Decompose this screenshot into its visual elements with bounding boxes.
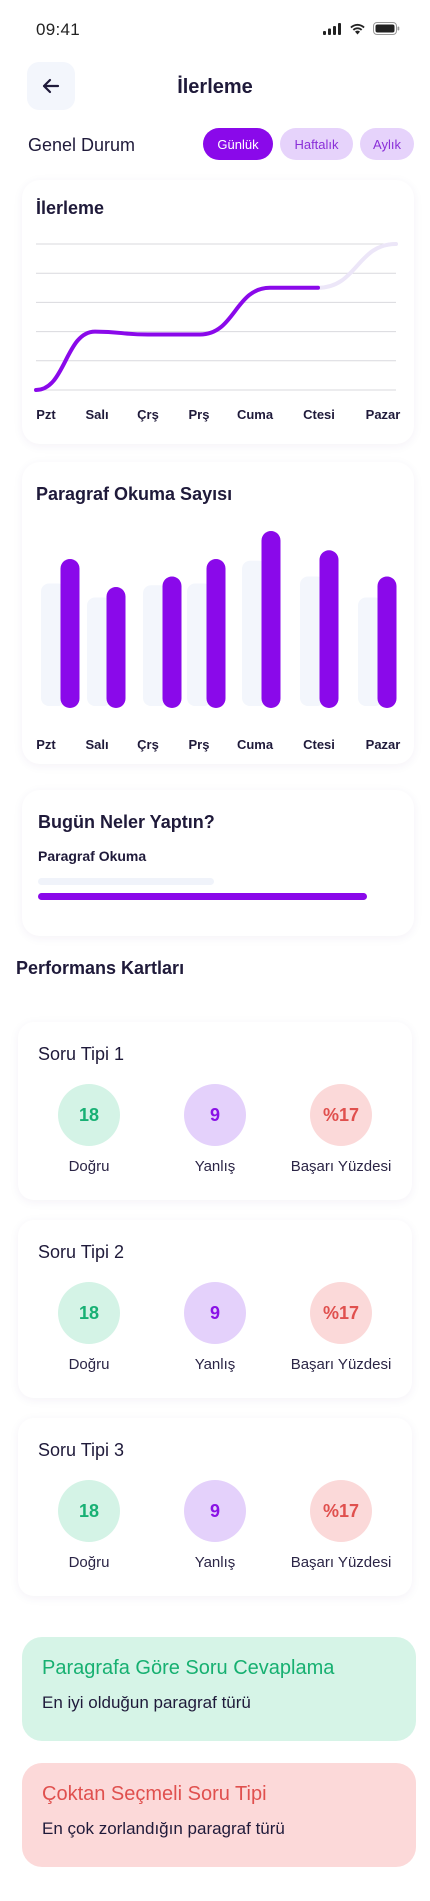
bar xyxy=(377,576,397,708)
wrong-label: Yanlış xyxy=(194,1554,236,1571)
reading-chart-x-axis: Pzt Salı Çrş Prş Cuma Ctesi Pazar xyxy=(36,737,400,755)
x-tick-label: Prş xyxy=(188,737,210,752)
correct-stat: 18 Doğru xyxy=(24,1084,154,1175)
bar xyxy=(319,550,339,708)
worst-type-title: Çoktan Seçmeli Soru Tipi xyxy=(42,1783,267,1805)
bar xyxy=(60,559,80,708)
bar xyxy=(106,587,126,708)
wrong-count: 9 xyxy=(184,1282,246,1344)
success-rate: %17 xyxy=(310,1480,372,1542)
performance-card: Soru Tipi 3 18 Doğru 9 Yanlış %17 Başarı… xyxy=(18,1418,412,1596)
x-tick-label: Salı xyxy=(85,737,109,752)
bar xyxy=(261,531,281,708)
performance-card: Soru Tipi 2 18 Doğru 9 Yanlış %17 Başarı… xyxy=(18,1220,412,1398)
wrong-count: 9 xyxy=(184,1480,246,1542)
success-stat: %17 Başarı Yüzdesi xyxy=(276,1480,406,1571)
correct-label: Doğru xyxy=(68,1356,110,1373)
today-progress-fill xyxy=(38,893,367,900)
success-stat: %17 Başarı Yüzdesi xyxy=(276,1084,406,1175)
x-tick-label: Cuma xyxy=(236,737,274,752)
wrong-label: Yanlış xyxy=(194,1356,236,1373)
today-title: Bugün Neler Yaptın? xyxy=(38,812,215,832)
best-type-title: Paragrafa Göre Soru Cevaplama xyxy=(42,1657,335,1679)
bar xyxy=(162,576,182,708)
today-progress-track xyxy=(38,878,214,885)
wrong-stat: 9 Yanlış xyxy=(150,1084,280,1175)
best-type-subtitle: En iyi olduğun paragraf türü xyxy=(42,1693,251,1712)
reading-bar-chart xyxy=(41,531,397,708)
x-tick-label: Çrş xyxy=(137,737,159,752)
today-item-label: Paragraf Okuma xyxy=(38,848,147,864)
x-tick-label: Pazar xyxy=(365,737,401,752)
success-rate: %17 xyxy=(310,1282,372,1344)
worst-type-subtitle: En çok zorlandığın paragraf türü xyxy=(42,1819,285,1838)
today-card: Bugün Neler Yaptın? Paragraf Okuma xyxy=(22,790,414,936)
wrong-label: Yanlış xyxy=(194,1158,236,1175)
correct-label: Doğru xyxy=(68,1554,110,1571)
correct-stat: 18 Doğru xyxy=(24,1282,154,1373)
correct-stat: 18 Doğru xyxy=(24,1480,154,1571)
correct-count: 18 xyxy=(58,1282,120,1344)
correct-count: 18 xyxy=(58,1084,120,1146)
success-stat: %17 Başarı Yüzdesi xyxy=(276,1282,406,1373)
success-label: Başarı Yüzdesi xyxy=(290,1554,392,1571)
x-tick-label: Pzt xyxy=(36,737,56,752)
success-rate: %17 xyxy=(310,1084,372,1146)
correct-count: 18 xyxy=(58,1480,120,1542)
bar xyxy=(206,559,226,708)
performance-card: Soru Tipi 1 18 Doğru 9 Yanlış %17 Başarı… xyxy=(18,1022,412,1200)
performance-card-title: Soru Tipi 3 xyxy=(38,1440,125,1460)
performance-card-title: Soru Tipi 1 xyxy=(38,1044,125,1064)
correct-label: Doğru xyxy=(68,1158,110,1175)
performance-card-title: Soru Tipi 2 xyxy=(38,1242,125,1262)
wrong-stat: 9 Yanlış xyxy=(150,1480,280,1571)
wrong-count: 9 xyxy=(184,1084,246,1146)
wrong-stat: 9 Yanlış xyxy=(150,1282,280,1373)
success-label: Başarı Yüzdesi xyxy=(290,1356,392,1373)
best-type-card[interactable]: Paragrafa Göre Soru Cevaplama En iyi old… xyxy=(22,1637,416,1741)
performance-title: Performans Kartları xyxy=(16,958,185,978)
x-tick-label: Ctesi xyxy=(303,737,335,752)
worst-type-card[interactable]: Çoktan Seçmeli Soru Tipi En çok zorlandı… xyxy=(22,1763,416,1867)
success-label: Başarı Yüzdesi xyxy=(290,1158,392,1175)
